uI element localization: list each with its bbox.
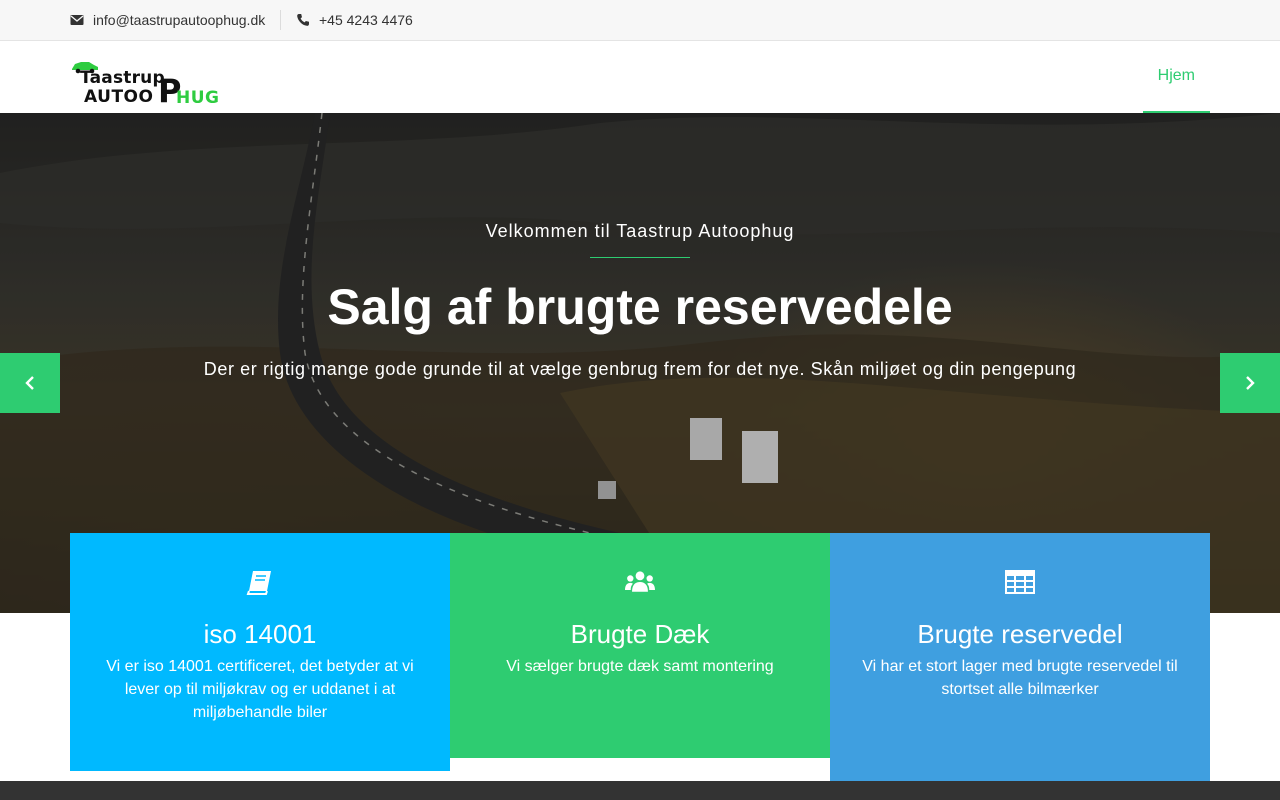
feature-text: Vi sælger brugte dæk samt montering bbox=[506, 658, 774, 675]
main-nav: Hjem bbox=[1142, 41, 1210, 113]
email-contact[interactable]: info@taastrupautoophug.dk bbox=[70, 0, 265, 40]
users-icon bbox=[625, 571, 655, 592]
hero-title: Salg af brugte reservedele bbox=[327, 279, 953, 335]
phone-text[interactable]: +45 4243 4476 bbox=[319, 12, 413, 28]
slider-prev-button[interactable] bbox=[0, 353, 60, 413]
feature-box-iso: iso 14001 Vi er iso 14001 certificeret, … bbox=[70, 533, 450, 771]
topbar-divider bbox=[280, 10, 281, 30]
feature-box-tires: Brugte Dæk Vi sælger brugte dæk samt mon… bbox=[450, 533, 830, 758]
hero-subtitle: Der er rigtig mange gode grunde til at v… bbox=[203, 359, 1077, 379]
footer-strip bbox=[0, 781, 1280, 800]
feature-text: Vi har et stort lager med brugte reserve… bbox=[862, 658, 1178, 698]
top-bar: info@taastrupautoophug.dk +45 4243 4476 bbox=[0, 0, 1280, 41]
logo-line3: HUG bbox=[176, 88, 220, 108]
book-icon bbox=[246, 571, 271, 595]
email-text[interactable]: info@taastrupautoophug.dk bbox=[93, 12, 265, 28]
feature-box-parts: Brugte reservedel Vi har et stort lager … bbox=[830, 533, 1210, 781]
hero-kicker-underline bbox=[590, 257, 690, 258]
hero-kicker: Velkommen til Taastrup Autoophug bbox=[485, 221, 795, 241]
feature-title: Brugte Dæk bbox=[570, 619, 710, 649]
logo-line1: Taastrup bbox=[80, 68, 165, 88]
phone-contact[interactable]: +45 4243 4476 bbox=[296, 0, 413, 40]
feature-text: Vi er iso 14001 certificeret, det betyde… bbox=[106, 658, 414, 721]
feature-title: iso 14001 bbox=[203, 619, 317, 649]
envelope-icon bbox=[70, 15, 84, 25]
nav-item-hjem[interactable]: Hjem bbox=[1142, 41, 1210, 113]
chevron-right-icon bbox=[1246, 376, 1255, 390]
logo-line2: AUTOO bbox=[84, 87, 154, 107]
chevron-left-icon bbox=[25, 376, 34, 390]
table-icon bbox=[1005, 570, 1035, 594]
phone-icon bbox=[297, 14, 309, 26]
slider-next-button[interactable] bbox=[1220, 353, 1280, 413]
site-logo[interactable]: Taastrup AUTOO P HUG bbox=[70, 60, 222, 108]
feature-title: Brugte reservedel bbox=[917, 619, 1123, 649]
